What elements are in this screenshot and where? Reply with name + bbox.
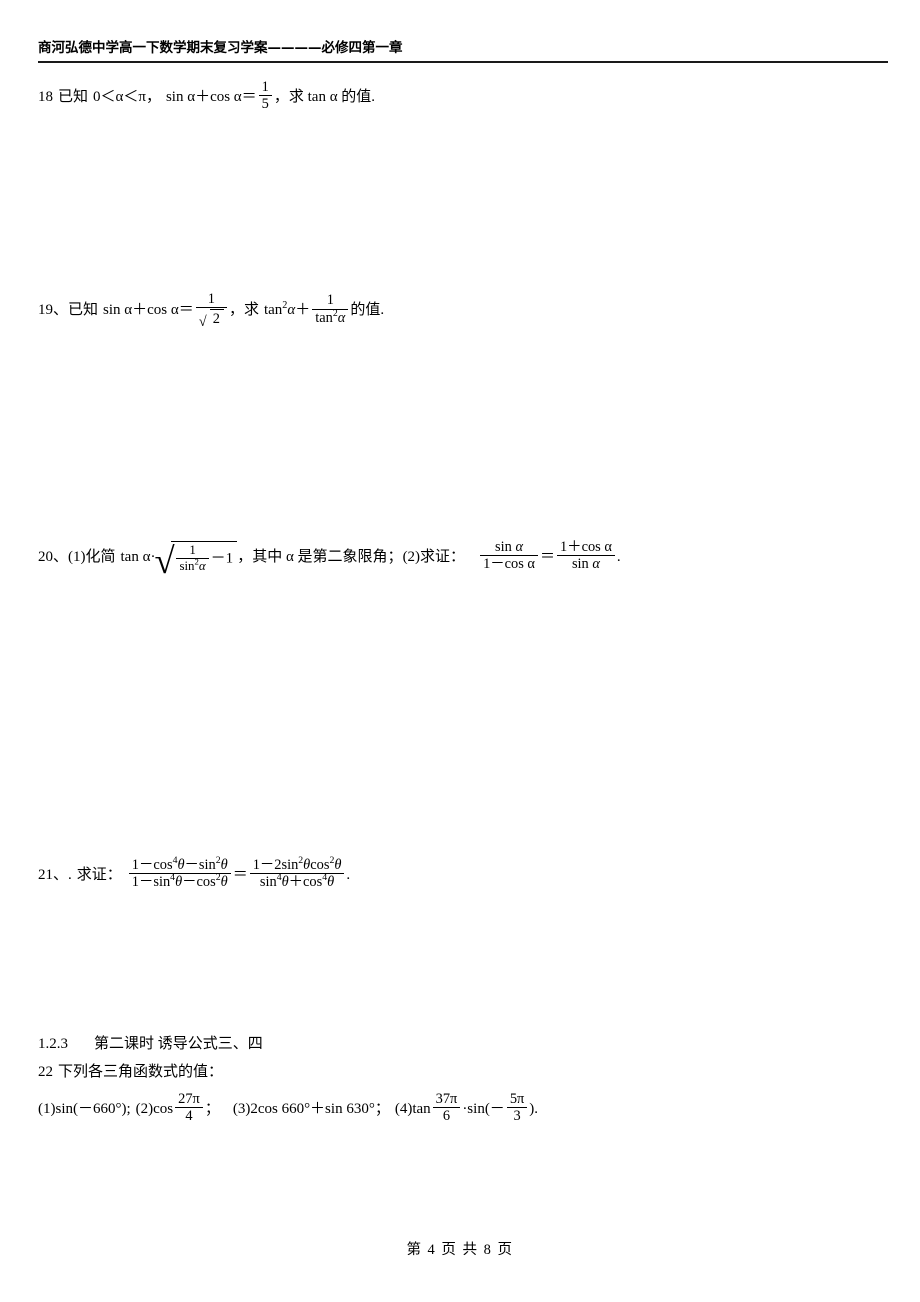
problem-20-equals: ＝ — [539, 548, 555, 565]
problem-22-item-4-mid: ·sin(－ — [462, 1100, 505, 1117]
problem-18-frac-numerator: 1 — [261, 79, 269, 95]
problem-22-item-4-fraction-1: 37π 6 — [432, 1091, 461, 1124]
problem-19-lhs: sin α＋cos α＝ — [103, 302, 194, 319]
problem-20-part1-lead: tan α· — [120, 548, 156, 565]
header-divider — [38, 61, 888, 63]
problem-18-number: 18 — [38, 88, 53, 105]
problem-21-equals: ＝ — [232, 866, 248, 883]
problem-22-item-1: (1)sin(－660°); — [38, 1100, 131, 1117]
problem-18-range: 0＜α＜π， — [93, 88, 161, 105]
problem-21-lhs-fraction: 1－cos4θ－sin2θ 1－sin4θ－cos2θ — [128, 855, 231, 890]
problem-18-fraction: 15 — [258, 79, 272, 112]
problem-21-label: 求证： — [76, 866, 122, 883]
problem-22-item-4-fraction-2: 5π 3 — [506, 1091, 528, 1124]
problem-18-lhs: sin α＋cos α＝ — [165, 88, 257, 105]
problem-22-item-2-tail: ； — [204, 1100, 220, 1117]
problem-22-item-4-lead: (4)tan — [394, 1100, 431, 1117]
problem-21-rhs-numerator: 1－2sin2θcos2θ — [252, 855, 342, 873]
sqrt-2: √ 2 — [198, 309, 224, 330]
problem-20-radicand: 1 sin2α －1 — [171, 541, 238, 573]
problem-18-frac-denominator: 5 — [258, 95, 272, 112]
problem-19-frac1-denominator: √ 2 — [195, 307, 227, 330]
problem-19-frac2-numerator: 1 — [326, 292, 334, 309]
problem-19-plus: ＋ — [295, 302, 311, 319]
radical-sign-icon: √ — [198, 313, 207, 330]
problem-20-sqrt: √ 1 sin2α －1 — [154, 541, 238, 579]
problem-22-item-2-lead: (2)cos — [135, 1100, 174, 1117]
problem-21-rhs-denominator: sin4θ＋cos4θ — [249, 873, 345, 890]
problem-20-rhs-numerator: 1＋cos α — [559, 539, 612, 555]
problem-21-period: . — [346, 866, 351, 883]
problem-20: 20、(1)化简 tan α· √ 1 sin2α －1 ，其中 α 是第二象限角；(2)求… — [38, 539, 621, 579]
problem-19-frac2-denominator: tan2α — [312, 308, 349, 326]
header-title: 商河弘德中学高一下数学期末复习学案————必修四第一章 — [38, 40, 403, 56]
page-header: 商河弘德中学高一下数学期末复习学案————必修四第一章 — [38, 40, 888, 56]
problem-19-known: 已知 — [68, 302, 99, 319]
problem-22-item-4-tail: ). — [529, 1100, 539, 1117]
problem-19-number: 19、 — [38, 302, 69, 319]
problem-20-rhs-denominator: sin α — [556, 555, 615, 572]
problem-20-period: . — [616, 548, 621, 565]
problem-20-part1-label: (1)化简 — [68, 548, 116, 565]
problem-21: 21、. 求证： 1－cos4θ－sin2θ 1－sin4θ－cos2θ ＝ 1－2sin… — [38, 855, 351, 890]
problem-20-lhs-numerator: sin α — [495, 539, 523, 555]
section-code: 1.2.3 — [38, 1036, 68, 1052]
problem-20-part2-label: (2)求证： — [402, 548, 466, 565]
problem-19-tail: 的值. — [350, 302, 385, 319]
problem-19-fraction-1: 1 √ 2 — [195, 291, 227, 330]
radical-sign-icon: √ — [154, 539, 175, 581]
problem-19-mid: ，求 — [228, 302, 259, 319]
document-page: 商河弘德中学高一下数学期末复习学案————必修四第一章 18 已知 0＜α＜π， si… — [0, 0, 920, 1302]
problem-20-part1-tail: ，其中 α 是第二象限角； — [237, 548, 403, 565]
section-title: 第二课时 诱导公式三、四 — [94, 1036, 263, 1052]
problem-20-radicand-fraction: 1 sin2α — [176, 544, 209, 573]
problem-22-item-3: (3)2cos 660°＋sin 630°； — [232, 1100, 390, 1117]
problem-22-stem-text: 下列各三角函数式的值： — [58, 1064, 224, 1080]
problem-20-number: 20、 — [38, 548, 69, 565]
problem-22-number: 22 — [38, 1064, 53, 1080]
problem-19: 19、已知 sin α＋cos α＝ 1 √ 2 ，求 tan2α＋ 1 tan2α 的值. — [38, 291, 385, 330]
problem-22-stem: 22 下列各三角函数式的值： — [38, 1060, 223, 1081]
page-number-text: 第 4 页 共 8 页 — [406, 1242, 514, 1258]
problem-21-lhs-denominator: 1－sin4θ－cos2θ — [128, 873, 231, 890]
problem-20-lhs-fraction: sin α 1－cos α — [480, 539, 538, 572]
problem-21-number: 21、. — [38, 866, 72, 883]
page-footer: 第 4 页 共 8 页 — [0, 1238, 920, 1259]
problem-18-tail: ，求 tan α 的值. — [273, 88, 376, 105]
problem-21-lhs-numerator: 1－cos4θ－sin2θ — [131, 855, 228, 873]
problem-18: 18 已知 0＜α＜π， sin α＋cos α＝ 1 5 ，求 tan α 的值. — [38, 79, 376, 112]
problem-20-lhs-denominator: 1－cos α — [480, 555, 538, 572]
problem-19-fraction-2: 1 tan2α — [312, 292, 349, 326]
problem-19-term1-fn: tan — [263, 302, 283, 319]
problem-22-item-2-fraction: 27π 4 — [175, 1091, 203, 1124]
problem-18-known: 已知 — [58, 88, 89, 105]
section-heading: 1.2.3 第二课时 诱导公式三、四 — [38, 1032, 263, 1053]
problem-22-items: (1)sin(－660°); (2)cos 27π 4； (3)2cos 660°＋si… — [38, 1091, 539, 1124]
problem-21-rhs-fraction: 1－2sin2θcos2θ sin4θ＋cos4θ — [249, 855, 345, 890]
problem-20-rhs-fraction: 1＋cos α sin α — [556, 539, 615, 572]
problem-19-frac1-numerator: 1 — [207, 291, 215, 307]
